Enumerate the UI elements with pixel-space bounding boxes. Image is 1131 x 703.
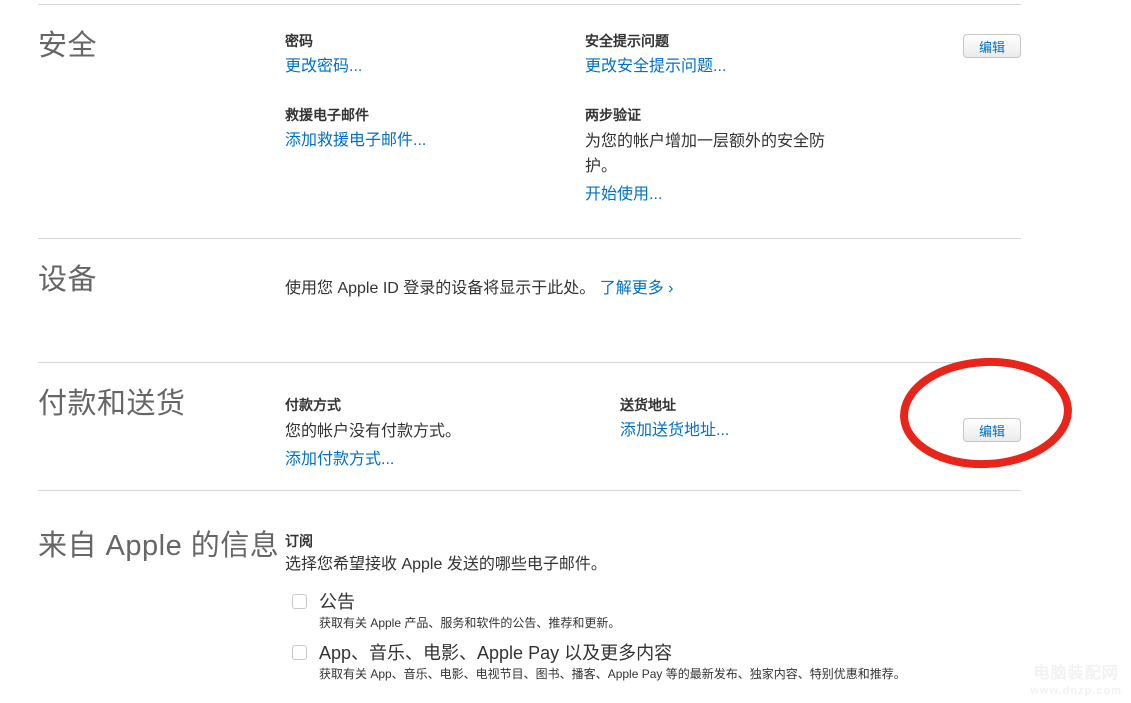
payment-method-status: 您的帐户没有付款方式。: [285, 419, 620, 444]
account-settings-page: 安全 密码 更改密码... 安全提示问题 更改安全提示问题... 救援电子邮件 …: [0, 0, 1131, 703]
rescue-email-label: 救援电子邮件: [285, 105, 585, 125]
announcements-checkbox-description: 获取有关 Apple 产品、服务和软件的公告、推荐和更新。: [319, 615, 620, 632]
apps-music-movies-checkbox[interactable]: [292, 645, 307, 660]
payment-method-label: 付款方式: [285, 395, 620, 415]
devices-section-title: 设备: [38, 265, 285, 362]
two-step-description: 为您的帐户增加一层额外的安全防护。: [585, 129, 841, 179]
add-rescue-email-link[interactable]: 添加救援电子邮件...: [285, 129, 426, 153]
password-label: 密码: [285, 31, 585, 51]
two-step-get-started-link[interactable]: 开始使用...: [585, 183, 662, 207]
shipping-address-label: 送货地址: [620, 395, 1021, 415]
security-edit-button[interactable]: 编辑: [963, 34, 1021, 58]
devices-description: 使用您 Apple ID 登录的设备将显示于此处。: [285, 280, 595, 297]
shipping-address-cell: 送货地址 添加送货地址...: [620, 395, 1021, 472]
security-questions-label: 安全提示问题: [585, 31, 1021, 51]
payment-edit-button[interactable]: 编辑: [963, 418, 1021, 442]
payment-section-title: 付款和送货: [38, 389, 285, 490]
subscriptions-label: 订阅: [285, 531, 1021, 551]
devices-learn-more-link[interactable]: 了解更多 ›: [600, 277, 674, 301]
change-password-link[interactable]: 更改密码...: [285, 55, 362, 79]
section-payment-shipping: 付款和送货 付款方式 您的帐户没有付款方式。 添加付款方式... 送货地址 添加…: [38, 362, 1021, 490]
checkbox-item-apps-music-movies: App、音乐、电影、Apple Pay 以及更多内容 获取有关 App、音乐、电…: [292, 642, 1021, 683]
password-cell: 密码 更改密码...: [285, 31, 585, 79]
change-security-questions-link[interactable]: 更改安全提示问题...: [585, 55, 726, 79]
security-section-title: 安全: [38, 31, 285, 238]
announcements-checkbox-label[interactable]: 公告: [319, 591, 620, 613]
add-shipping-address-link[interactable]: 添加送货地址...: [620, 419, 729, 443]
checkbox-item-announcements: 公告 获取有关 Apple 产品、服务和软件的公告、推荐和更新。: [292, 591, 1021, 632]
payment-method-cell: 付款方式 您的帐户没有付款方式。 添加付款方式...: [285, 395, 620, 472]
rescue-email-cell: 救援电子邮件 添加救援电子邮件...: [285, 105, 585, 207]
add-payment-method-link[interactable]: 添加付款方式...: [285, 448, 394, 472]
section-devices: 设备 使用您 Apple ID 登录的设备将显示于此处。 了解更多 ›: [38, 238, 1021, 362]
announcements-checkbox[interactable]: [292, 594, 307, 609]
subscription-checkbox-list: 公告 获取有关 Apple 产品、服务和软件的公告、推荐和更新。 App、音乐、…: [285, 591, 1021, 683]
two-step-cell: 两步验证 为您的帐户增加一层额外的安全防护。 开始使用...: [585, 105, 1021, 207]
apps-music-movies-checkbox-description: 获取有关 App、音乐、电影、电视节目、图书、播客、Apple Pay 等的最新…: [319, 666, 906, 683]
two-step-label: 两步验证: [585, 105, 1021, 125]
apps-music-movies-checkbox-label[interactable]: App、音乐、电影、Apple Pay 以及更多内容: [319, 642, 906, 664]
messages-section-title: 来自 Apple 的信息: [38, 531, 285, 703]
subscriptions-description: 选择您希望接收 Apple 发送的哪些电子邮件。: [285, 554, 1021, 576]
security-questions-cell: 安全提示问题 更改安全提示问题...: [585, 31, 1021, 79]
section-security: 安全 密码 更改密码... 安全提示问题 更改安全提示问题... 救援电子邮件 …: [38, 4, 1021, 238]
section-messages-from-apple: 来自 Apple 的信息 订阅 选择您希望接收 Apple 发送的哪些电子邮件。…: [38, 490, 1021, 703]
